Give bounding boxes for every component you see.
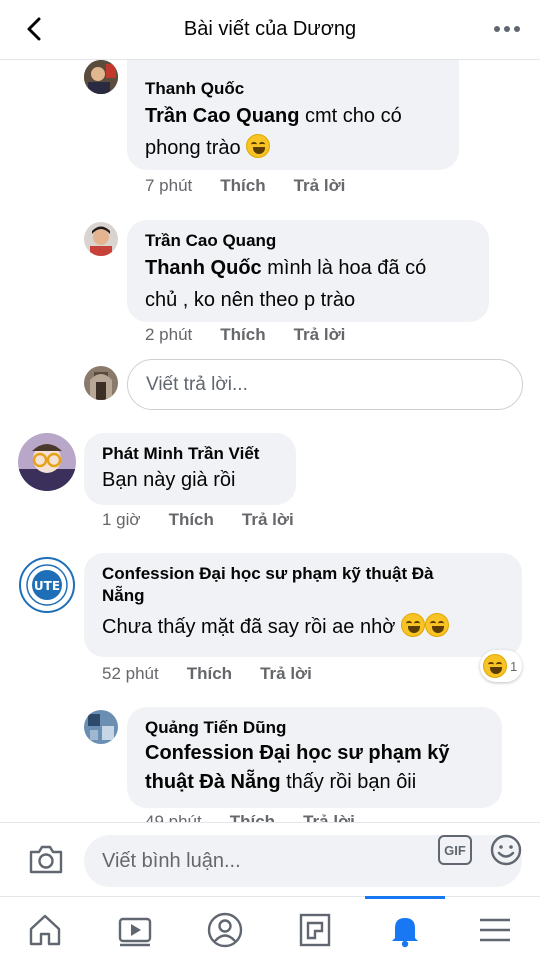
comment-author[interactable]: Phát Minh Trần Viết <box>102 443 280 465</box>
bottom-tab-bar <box>0 896 540 961</box>
like-button[interactable]: Thích <box>220 325 265 345</box>
like-button[interactable]: Thích <box>169 510 214 530</box>
top-bar: Bài viết của Dương <box>0 0 540 60</box>
comment-time[interactable]: 7 phút <box>145 176 192 196</box>
watch-icon <box>118 917 152 946</box>
avatar[interactable] <box>18 433 76 491</box>
comment-text: Confession Đại học sư phạm kỹ thuật Đà N… <box>145 742 450 793</box>
svg-text:UTE: UTE <box>34 579 60 593</box>
comment-bubble: Quảng Tiến Dũng Confession Đại học sư ph… <box>127 707 502 808</box>
tab-notifications[interactable] <box>365 896 445 961</box>
more-options-icon[interactable] <box>494 26 520 32</box>
pages-icon <box>299 913 331 946</box>
reply-button[interactable]: Trả lời <box>294 325 346 345</box>
mention-link[interactable]: Confession Đại học sư phạm kỹ <box>145 742 450 764</box>
comment-time[interactable]: 1 giờ <box>102 510 141 530</box>
tears-of-joy-emoji-icon <box>400 613 425 637</box>
comment-meta: 2 phút Thích Trả lời <box>145 325 373 345</box>
comment-text: Trần Cao Quang cmt cho có phong trào <box>145 105 402 159</box>
emoji-icon[interactable] <box>490 834 522 866</box>
back-arrow-icon[interactable] <box>20 14 50 44</box>
gif-button[interactable]: GIF <box>438 835 472 865</box>
avatar[interactable] <box>84 222 118 256</box>
reply-button[interactable]: Trả lời <box>242 510 294 530</box>
tab-watch[interactable] <box>95 897 175 961</box>
comment-meta: 7 phút Thích Trả lời <box>145 176 373 196</box>
comment-composer: Viết bình luận... GIF <box>0 822 540 896</box>
comment-time[interactable]: 52 phút <box>102 664 159 684</box>
tab-pages[interactable] <box>275 897 355 961</box>
comment-bubble: Confession Đại học sư phạm kỹ thuật Đà Nẵ… <box>84 553 522 657</box>
reaction-count: 1 <box>510 658 518 674</box>
page-title: Bài viết của Dương <box>183 18 357 40</box>
reply-input[interactable]: Viết trả lời... <box>127 359 523 410</box>
comment-text: Chưa thấy mặt đã say rồi ae nhờ <box>102 611 506 643</box>
comment-time[interactable]: 49 phút <box>145 812 202 822</box>
like-button[interactable]: Thích <box>220 176 265 196</box>
mention-link[interactable]: Thanh Quốc <box>145 257 262 279</box>
tears-of-joy-emoji-icon <box>424 613 449 637</box>
comment-meta: 49 phút Thích Trả lời <box>145 812 383 822</box>
reply-button[interactable]: Trả lời <box>303 812 355 822</box>
camera-icon[interactable] <box>28 843 64 875</box>
tab-menu[interactable] <box>455 897 535 961</box>
avatar[interactable] <box>84 60 118 94</box>
haha-reaction-icon <box>483 654 507 678</box>
like-button[interactable]: Thích <box>187 664 232 684</box>
tab-profile[interactable] <box>185 897 265 961</box>
comment-thread: Thanh Quốc Trần Cao Quang cmt cho có pho… <box>0 60 540 822</box>
comment-meta: 1 giờ Thích Trả lời <box>102 510 322 530</box>
bell-icon <box>392 917 418 947</box>
comment-text: Bạn này già rồi <box>102 469 236 491</box>
comment-bubble: Trần Cao Quang Thanh Quốc mình là hoa đã… <box>127 220 489 322</box>
mention-link[interactable]: Trần Cao Quang <box>145 105 299 127</box>
comment-time[interactable]: 2 phút <box>145 325 192 345</box>
reply-button[interactable]: Trả lời <box>260 664 312 684</box>
reply-button[interactable]: Trả lời <box>294 176 346 196</box>
profile-icon <box>207 912 243 947</box>
avatar[interactable] <box>84 710 118 744</box>
comment-author[interactable]: Thanh Quốc <box>145 78 443 100</box>
comment-meta: 52 phút Thích Trả lời <box>102 664 340 684</box>
mention-link[interactable]: thuật Đà Nẵng <box>145 771 281 793</box>
laughing-emoji-icon <box>246 134 271 158</box>
comment-text: Thanh Quốc mình là hoa đã có chủ , ko nê… <box>145 257 427 311</box>
home-icon <box>29 914 61 945</box>
comment-author[interactable]: Trần Cao Quang <box>145 230 473 252</box>
comment-author[interactable]: Confession Đại học sư phạm kỹ thuật Đà Nẵ… <box>102 563 506 607</box>
comment-author[interactable]: Quảng Tiến Dũng <box>145 717 486 739</box>
tab-home[interactable] <box>5 897 85 961</box>
comment-bubble: Phát Minh Trần Viết Bạn này già rồi <box>84 433 296 505</box>
current-user-avatar <box>84 366 118 400</box>
like-button[interactable]: Thích <box>230 812 275 822</box>
reaction-badge[interactable]: 1 <box>480 650 522 682</box>
comment-bubble: Thanh Quốc Trần Cao Quang cmt cho có pho… <box>127 60 459 170</box>
page-avatar[interactable]: UTE <box>18 556 76 614</box>
menu-icon <box>480 918 510 941</box>
